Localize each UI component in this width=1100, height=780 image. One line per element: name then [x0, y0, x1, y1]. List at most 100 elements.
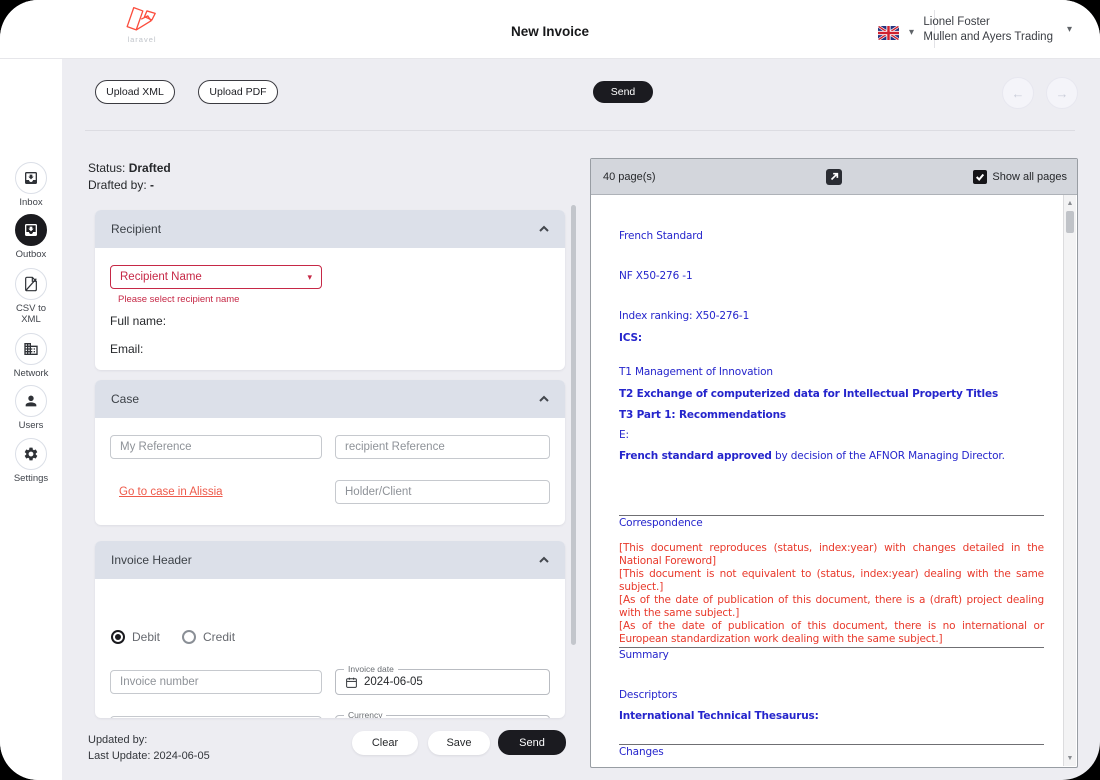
app-window: laravel New Invoice ▾ Lionel Foster Mull…	[0, 0, 1100, 780]
radio-unselected-icon	[182, 630, 196, 644]
sidebar-item-settings[interactable]: Settings	[0, 438, 62, 484]
uk-flag-icon	[878, 26, 899, 40]
upload-xml-button[interactable]: Upload XML	[95, 80, 175, 104]
doc-text-line: Summary	[619, 649, 1044, 662]
open-in-new-button[interactable]	[826, 169, 842, 185]
send-button-top[interactable]: Send	[593, 81, 653, 103]
debit-radio[interactable]: Debit	[111, 630, 160, 644]
document-scrollbar-thumb[interactable]	[1066, 211, 1074, 233]
checkbox-checked-icon	[973, 170, 987, 184]
sidebar-item-network[interactable]: Network	[0, 333, 62, 379]
chevron-up-icon	[539, 394, 549, 404]
open-in-new-icon	[829, 172, 839, 182]
credit-radio[interactable]: Credit	[182, 630, 235, 644]
scroll-up-arrow-icon[interactable]: ▲	[1064, 197, 1076, 209]
recipient-reference-input[interactable]	[335, 435, 550, 459]
total-amount-input[interactable]	[110, 716, 322, 718]
sidebar-item-label: Users	[0, 420, 62, 431]
sidebar-item-label: Outbox	[0, 249, 62, 260]
save-button[interactable]: Save	[428, 731, 490, 755]
forward-button[interactable]: →	[1046, 77, 1078, 109]
sidebar-item-users[interactable]: Users	[0, 385, 62, 431]
doc-text-line: ICS:	[619, 332, 1044, 345]
show-all-pages-toggle[interactable]: Show all pages	[973, 170, 1067, 184]
update-info: Updated by: Last Update: 2024-06-05	[88, 732, 210, 764]
user-name: Lionel Foster	[923, 15, 1053, 30]
document-page: French StandardNF X50-276 -1Index rankin…	[591, 194, 1064, 767]
doc-text-line: T3 Part 1: Recommendations	[619, 409, 1044, 422]
scroll-down-arrow-icon[interactable]: ▼	[1064, 752, 1076, 764]
doc-text-line: French Standard	[619, 230, 1044, 243]
recipient-section-header[interactable]: Recipient	[95, 210, 565, 248]
sidebar-item-label: CSV to XML	[0, 303, 62, 325]
sidebar-item-inbox[interactable]: Inbox	[0, 162, 62, 208]
drafted-by-value: -	[150, 178, 154, 192]
doc-text-line: International Technical Thesaurus:	[619, 710, 1044, 723]
arrow-left-icon: ←	[1012, 86, 1025, 101]
recipient-section: Recipient Recipient Name ▾ Please select…	[95, 210, 565, 370]
holder-client-input[interactable]	[335, 480, 550, 504]
chevron-down-icon: ▾	[909, 28, 914, 38]
doc-text-line: [As of the date of publication of this d…	[619, 594, 1044, 620]
currency-select[interactable]: Currency EUR - Euro ▾	[335, 715, 550, 718]
doc-text-line: [As of the date of publication of this d…	[619, 620, 1044, 646]
chevron-up-icon	[539, 555, 549, 565]
doc-text-line: French standard approved by decision of …	[619, 450, 1044, 463]
go-to-case-link[interactable]: Go to case in Alissia	[119, 486, 223, 498]
sidebar-item-label: Network	[0, 368, 62, 379]
recipient-name-select[interactable]: Recipient Name ▾	[110, 265, 322, 289]
upload-pdf-button[interactable]: Upload PDF	[198, 80, 278, 104]
sidebar-item-label: Settings	[0, 473, 62, 484]
invoice-number-input[interactable]	[110, 670, 322, 694]
doc-rule	[619, 744, 1044, 745]
doc-text-line: Index ranking: X50-276-1	[619, 310, 1044, 323]
document-viewer-header: 40 page(s) Show all pages	[591, 159, 1077, 195]
last-update-label: Last Update: 2024-06-05	[88, 748, 210, 764]
recipient-error-text: Please select recipient name	[118, 294, 239, 305]
toolbar-divider	[85, 130, 1075, 131]
sidebar-item-outbox[interactable]: Outbox	[0, 214, 62, 260]
back-button[interactable]: ←	[1002, 77, 1034, 109]
email-label: Email:	[110, 342, 143, 356]
invoice-date-value: 2024-06-05	[364, 676, 423, 688]
document-content: French StandardNF X50-276 -1Index rankin…	[591, 230, 1064, 767]
network-icon	[23, 341, 39, 357]
arrow-right-icon: →	[1056, 86, 1069, 101]
doc-rule	[619, 647, 1044, 648]
doc-text-line: [This document reproduces (status, index…	[619, 542, 1044, 568]
language-selector[interactable]: ▾	[878, 26, 914, 40]
invoice-header-section-header[interactable]: Invoice Header	[95, 541, 565, 579]
status-label: Status:	[88, 161, 129, 175]
send-button-bottom[interactable]: Send	[498, 730, 566, 755]
doc-text-line: Correspondence	[619, 517, 1044, 530]
chevron-up-icon	[539, 224, 549, 234]
form-scrollbar[interactable]	[571, 205, 576, 645]
doc-text-line: T2 Exchange of computerized data for Int…	[619, 388, 1044, 401]
sidebar-item-label: Inbox	[0, 197, 62, 208]
invoice-header-section: Invoice Header Debit Credit Invoice date…	[95, 541, 565, 718]
radio-selected-icon	[111, 630, 125, 644]
inbox-icon	[23, 170, 39, 186]
section-title: Case	[111, 392, 139, 406]
clear-button[interactable]: Clear	[352, 731, 418, 755]
document-scrollbar[interactable]: ▲ ▼	[1063, 195, 1076, 766]
status-block: Status: Drafted Drafted by: -	[88, 160, 171, 194]
user-menu[interactable]: Lionel Foster Mullen and Ayers Trading ▾	[923, 15, 1072, 45]
doc-text-line: E:	[619, 429, 1044, 442]
calendar-icon	[345, 676, 358, 689]
case-section-header[interactable]: Case	[95, 380, 565, 418]
chevron-down-icon: ▾	[1067, 25, 1072, 35]
document-viewer-panel: 40 page(s) Show all pages French Standar…	[590, 158, 1078, 768]
full-name-label: Full name:	[110, 314, 166, 328]
user-org: Mullen and Ayers Trading	[923, 30, 1053, 45]
sidebar-item-csv-to-xml[interactable]: CSV to XML	[0, 268, 62, 325]
invoice-date-field[interactable]: Invoice date 2024-06-05	[335, 669, 550, 695]
section-title: Recipient	[111, 222, 161, 236]
doc-rule	[619, 515, 1044, 516]
doc-text-line: Descriptors	[619, 689, 1044, 702]
doc-text-line: T1 Management of Innovation	[619, 366, 1044, 379]
my-reference-input[interactable]	[110, 435, 322, 459]
case-section: Case Go to case in Alissia	[95, 380, 565, 525]
section-title: Invoice Header	[111, 553, 192, 567]
doc-text-line: [This document is not equivalent to (sta…	[619, 568, 1044, 594]
